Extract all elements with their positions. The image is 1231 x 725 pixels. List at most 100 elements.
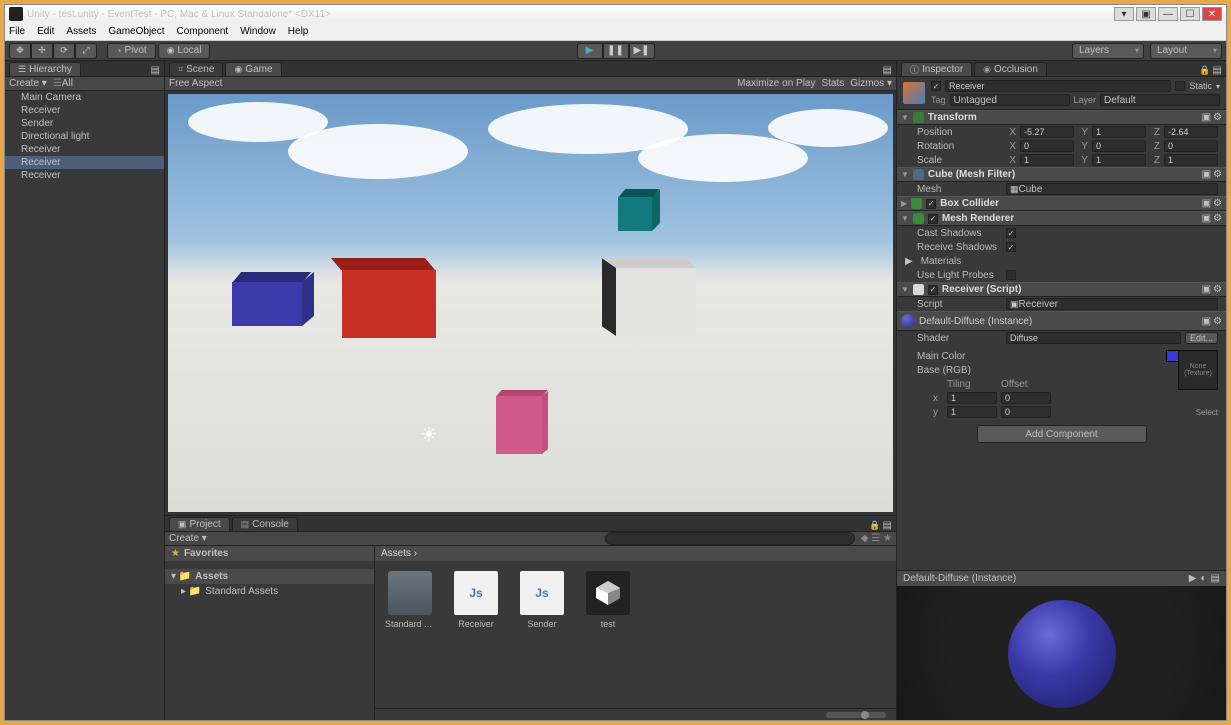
project-tree-item[interactable]: ▸ 📁Standard Assets — [165, 584, 374, 598]
hierarchy-item[interactable]: Sender — [5, 117, 164, 130]
material-preview[interactable] — [897, 586, 1226, 720]
light-probes-checkbox[interactable] — [1006, 270, 1016, 280]
cast-shadows-checkbox[interactable]: ✓ — [1006, 228, 1016, 238]
static-checkbox[interactable] — [1175, 81, 1185, 91]
rot-x-input[interactable]: 0 — [1020, 140, 1074, 152]
gear-icon[interactable]: ⚙ — [1213, 169, 1222, 180]
lock-icon[interactable]: 🔒 — [869, 520, 880, 531]
preview-menu-icon[interactable]: ▤ — [1211, 573, 1220, 584]
close-button[interactable]: ✕ — [1202, 7, 1222, 21]
pivot-toggle[interactable]: ◔ Pivot — [107, 43, 156, 59]
gear-icon[interactable]: ⚙ — [1213, 284, 1222, 295]
gear-icon[interactable]: ⚙ — [1213, 213, 1222, 224]
preview-play-icon[interactable]: ▶ — [1189, 573, 1197, 584]
favorites-header[interactable]: ★Favorites — [165, 546, 374, 561]
help-icon[interactable]: ▣ — [1202, 284, 1211, 295]
scale-x-input[interactable]: 1 — [1020, 154, 1074, 166]
mesh-field[interactable]: ▦ Cube — [1006, 183, 1218, 195]
panel-menu-icon[interactable]: ▤ — [151, 65, 160, 76]
aspect-dropdown[interactable]: Free Aspect — [169, 78, 222, 89]
layers-dropdown[interactable]: Layers — [1072, 43, 1144, 59]
project-create-dropdown[interactable]: Create ▾ — [169, 533, 207, 544]
pause-button[interactable]: ❚❚ — [603, 43, 629, 59]
preview-light-icon[interactable]: ◐ — [1201, 573, 1207, 584]
menu-component[interactable]: Component — [177, 26, 229, 37]
asset-item-scene[interactable]: test — [583, 571, 633, 629]
project-breadcrumb[interactable]: Assets › — [375, 546, 896, 561]
hierarchy-item[interactable]: Receiver — [5, 169, 164, 182]
menu-edit[interactable]: Edit — [37, 26, 54, 37]
search-scope-icons[interactable]: ◆ ☰ ★ — [861, 533, 892, 544]
gear-icon[interactable]: ⚙ — [1213, 198, 1222, 209]
scale-tool-button[interactable]: ⤢ — [75, 43, 97, 59]
maximize-button[interactable]: ☐ — [1180, 7, 1200, 21]
game-tab[interactable]: ◉ Game — [225, 62, 281, 76]
texture-slot[interactable]: None (Texture) — [1178, 350, 1218, 390]
collapse-icon[interactable]: ▼ — [901, 285, 909, 294]
hierarchy-item[interactable]: Receiver — [5, 156, 164, 169]
object-name-input[interactable]: Receiver — [945, 80, 1171, 92]
component-enabled-checkbox[interactable]: ✓ — [926, 199, 936, 209]
occlusion-tab[interactable]: ◉ Occlusion — [974, 62, 1047, 76]
gizmos-dropdown[interactable]: Gizmos ▾ — [850, 78, 892, 89]
game-viewport[interactable]: ☀ — [168, 94, 893, 512]
move-tool-button[interactable]: ✢ — [31, 43, 53, 59]
help-icon[interactable]: ▣ — [1202, 213, 1211, 224]
shader-dropdown[interactable]: Diffuse — [1006, 332, 1181, 344]
offset-x-input[interactable]: 0 — [1001, 392, 1051, 404]
pos-y-input[interactable]: 1 — [1092, 126, 1146, 138]
layer-dropdown[interactable]: Default — [1100, 94, 1220, 106]
rot-z-input[interactable]: 0 — [1164, 140, 1218, 152]
texture-select-button[interactable]: Select — [1196, 408, 1218, 417]
help-icon[interactable]: ▣ — [1202, 169, 1211, 180]
inspector-tab[interactable]: ⓘ Inspector — [901, 62, 972, 76]
scale-z-input[interactable]: 1 — [1164, 154, 1218, 166]
lock-icon[interactable]: 🔒 — [1199, 65, 1210, 76]
offset-y-input[interactable]: 0 — [1001, 406, 1051, 418]
panel-menu-icon[interactable]: ▤ — [1213, 65, 1222, 76]
step-button[interactable]: ▶❚ — [629, 43, 655, 59]
hierarchy-tab[interactable]: ☰ Hierarchy — [9, 62, 81, 76]
active-checkbox[interactable]: ✓ — [931, 81, 941, 91]
rotate-tool-button[interactable]: ⟳ — [53, 43, 75, 59]
layout-dropdown[interactable]: Layout — [1150, 43, 1222, 59]
rot-y-input[interactable]: 0 — [1092, 140, 1146, 152]
asset-item-folder[interactable]: Standard A... — [385, 571, 435, 629]
static-dropdown-icon[interactable]: ▾ — [1216, 82, 1220, 91]
hierarchy-create-dropdown[interactable]: Create ▾ — [9, 78, 47, 89]
panel-menu-icon[interactable]: ▤ — [883, 520, 892, 531]
tiling-y-input[interactable]: 1 — [947, 406, 997, 418]
hierarchy-item[interactable]: Receiver — [5, 104, 164, 117]
pos-x-input[interactable]: -5.27 — [1020, 126, 1074, 138]
add-component-button[interactable]: Add Component — [977, 425, 1147, 443]
help-icon[interactable]: ▣ — [1202, 198, 1211, 209]
hierarchy-item[interactable]: Receiver — [5, 143, 164, 156]
aux-button-1[interactable]: ▾ — [1114, 7, 1134, 21]
collapse-icon[interactable]: ▼ — [901, 113, 909, 122]
play-button[interactable]: ▶ — [577, 43, 603, 59]
scale-y-input[interactable]: 1 — [1092, 154, 1146, 166]
gear-icon[interactable]: ⚙ — [1213, 316, 1222, 327]
menu-file[interactable]: File — [9, 26, 25, 37]
menu-window[interactable]: Window — [240, 26, 276, 37]
minimize-button[interactable]: — — [1158, 7, 1178, 21]
hand-tool-button[interactable]: ✥ — [9, 43, 31, 59]
collapse-icon[interactable]: ▼ — [901, 214, 909, 223]
component-enabled-checkbox[interactable]: ✓ — [928, 285, 938, 295]
asset-size-slider[interactable] — [826, 712, 886, 718]
collapse-icon[interactable]: ▼ — [901, 170, 909, 179]
project-tab[interactable]: ▣ Project — [169, 517, 230, 531]
shader-edit-button[interactable]: Edit... — [1185, 332, 1218, 344]
pos-z-input[interactable]: -2.64 — [1164, 126, 1218, 138]
hierarchy-item[interactable]: Directional light — [5, 130, 164, 143]
assets-header[interactable]: ▾ 📁Assets — [165, 569, 374, 584]
stats-toggle[interactable]: Stats — [821, 78, 844, 89]
receive-shadows-checkbox[interactable]: ✓ — [1006, 242, 1016, 252]
gear-icon[interactable]: ⚙ — [1213, 112, 1222, 123]
menu-assets[interactable]: Assets — [66, 26, 96, 37]
maximize-on-play-toggle[interactable]: Maximize on Play — [737, 78, 815, 89]
project-search-input[interactable] — [605, 532, 855, 545]
menu-gameobject[interactable]: GameObject — [108, 26, 164, 37]
local-toggle[interactable]: ◉ Local — [158, 43, 211, 59]
hierarchy-item[interactable]: Main Camera — [5, 91, 164, 104]
